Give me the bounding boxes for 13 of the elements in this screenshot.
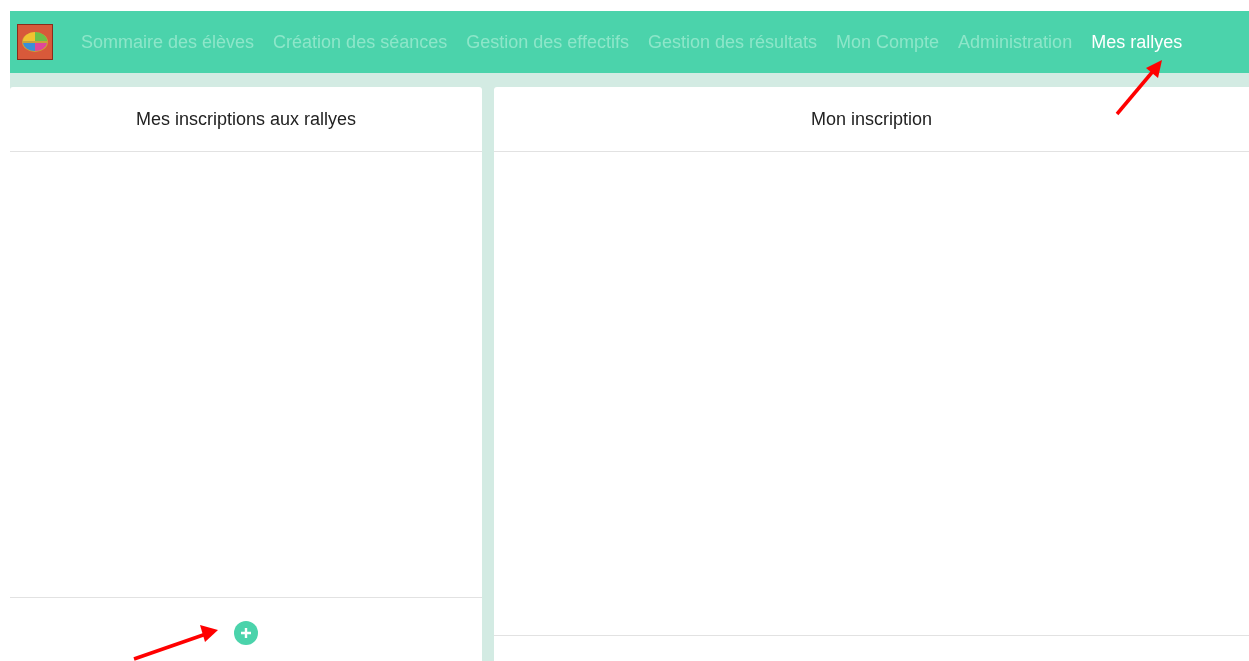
nav-link[interactable]: Mes rallyes [1091, 28, 1183, 56]
panel-title: Mes inscriptions aux rallyes [135, 107, 357, 131]
plus-icon [240, 627, 252, 639]
add-button[interactable] [234, 621, 258, 645]
nav-link[interactable]: Sommaire des élèves [81, 28, 255, 56]
arrow-annotation [1114, 58, 1164, 116]
nav-link[interactable]: Administration [958, 28, 1073, 56]
panel-title: Mon inscription [810, 107, 933, 131]
nav-link[interactable]: Mon Compte [836, 28, 940, 56]
nav-link[interactable]: Gestion des résultats [647, 28, 818, 56]
nav-link[interactable]: Gestion des effectifs [466, 28, 629, 56]
logo-icon [17, 24, 53, 60]
nav-link[interactable]: Création des séances [273, 28, 448, 56]
